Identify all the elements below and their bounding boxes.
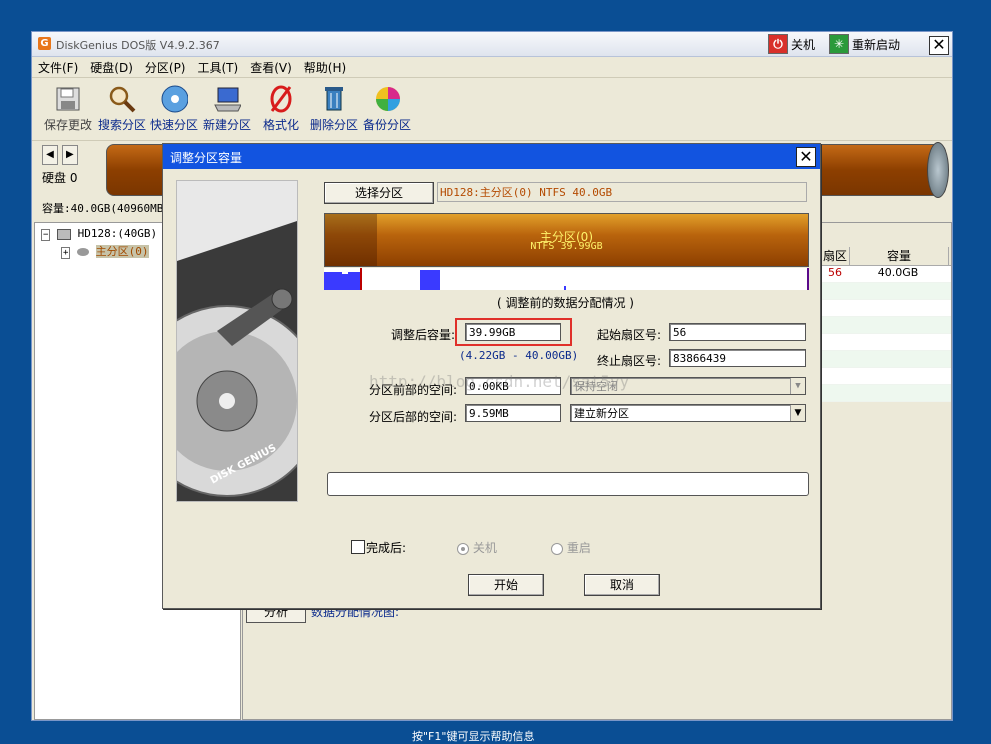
search-partition-button[interactable]: 搜索分区	[94, 84, 150, 133]
grid-cell-sector: 56	[828, 266, 842, 279]
disk-capacity: 容量:40.0GB(40960MB)	[42, 202, 170, 215]
tree-partition-node[interactable]: + 主分区(0)	[61, 243, 149, 259]
grid-cell-capacity: 40.0GB	[877, 266, 919, 279]
disk-icon	[57, 228, 72, 240]
highlight-box	[455, 318, 572, 346]
format-label: 格式化	[262, 118, 299, 132]
chevron-down-icon: ▼	[790, 405, 805, 421]
partition-grid: 扇区 容量 56 40.0GB	[821, 247, 951, 402]
end-sector-label: 终止扇区号:	[596, 354, 661, 368]
menu-partition[interactable]: 分区(P)	[139, 57, 192, 78]
distribution-title: ( 调整前的数据分配情况 )	[497, 296, 634, 310]
disk-label: 硬盘 0	[42, 171, 78, 185]
menu-help[interactable]: 帮助(H)	[298, 57, 352, 78]
partition-bar-size: NTFS 39.99GB	[530, 241, 603, 252]
delete-partition-button[interactable]: 删除分区	[306, 84, 362, 133]
table-row[interactable]: 56 40.0GB	[821, 266, 951, 283]
next-disk-button[interactable]: ▶	[61, 145, 78, 165]
disc-icon	[160, 84, 188, 114]
grid-header-capacity[interactable]: 容量	[850, 247, 949, 265]
dialog-title: 调整分区容量	[170, 151, 243, 165]
tree-disk-node[interactable]: − HD128:(40GB)	[41, 227, 158, 241]
shutdown-radio-label: 关机	[472, 541, 497, 555]
rear-space-label: 分区后部的空间:	[368, 410, 457, 424]
restart-icon: ✳	[829, 34, 849, 54]
format-button[interactable]: 格式化	[253, 84, 309, 133]
backup-icon	[373, 84, 401, 114]
rear-space-select[interactable]: 建立新分区 ▼	[570, 404, 806, 422]
magnifier-icon	[108, 84, 136, 114]
shutdown-button[interactable]: ⏻ 关机	[768, 34, 815, 54]
tree-partition-label: 主分区(0)	[95, 245, 149, 258]
trash-icon	[320, 84, 348, 114]
quick-partition-label: 快速分区	[149, 118, 198, 132]
format-icon	[267, 84, 295, 114]
size-range-hint: (4.22GB - 40.00GB)	[459, 349, 579, 362]
disk-bar-end	[927, 142, 949, 198]
restart-radio-label: 重启	[566, 541, 591, 555]
expand-icon: +	[61, 247, 71, 259]
resize-partition-dialog: 调整分区容量 ✕ DISK GENIUS 选择分区 HD128:主分区(0) N…	[162, 143, 821, 609]
radio-selected-icon	[457, 542, 469, 555]
restart-label: 重新启动	[852, 37, 901, 52]
menu-bar: 文件(F) 硬盘(D) 分区(P) 工具(T) 查看(V) 帮助(H)	[32, 57, 952, 78]
after-complete-label: 完成后:	[366, 541, 407, 555]
save-changes-button[interactable]: 保存更改	[40, 84, 96, 133]
search-partition-label: 搜索分区	[97, 118, 146, 132]
after-complete-checkbox[interactable]	[351, 540, 365, 554]
chevron-down-icon: ▼	[790, 378, 805, 394]
backup-partition-label: 备份分区	[362, 118, 411, 132]
power-icon: ⏻	[768, 34, 788, 54]
select-partition-button[interactable]: 选择分区	[324, 182, 434, 204]
start-sector-label: 起始扇区号:	[596, 328, 661, 342]
restart-button[interactable]: ✳ 重新启动	[829, 34, 900, 54]
quick-partition-button[interactable]: 快速分区	[146, 84, 202, 133]
menu-file[interactable]: 文件(F)	[32, 57, 84, 78]
progress-bar	[327, 472, 809, 496]
dialog-close-button[interactable]: ✕	[796, 147, 816, 167]
rear-space-input[interactable]: 9.59MB	[465, 404, 561, 422]
backup-partition-button[interactable]: 备份分区	[359, 84, 415, 133]
new-partition-button[interactable]: 新建分区	[199, 84, 255, 133]
watermark-text: http://blog.csdn.net/sat5yy	[369, 372, 630, 391]
new-partition-label: 新建分区	[202, 118, 251, 132]
end-sector-input[interactable]: 83866439	[669, 349, 806, 367]
menu-tools[interactable]: 工具(T)	[192, 57, 245, 78]
disk-navigator: ◀ ▶ 硬盘 0	[42, 145, 78, 186]
cancel-button[interactable]: 取消	[584, 574, 660, 596]
dialog-title-bar: 调整分区容量 ✕	[163, 144, 820, 169]
partition-icon	[77, 248, 90, 256]
menu-disk[interactable]: 硬盘(D)	[84, 57, 139, 78]
menu-view[interactable]: 查看(V)	[244, 57, 298, 78]
new-size-label: 调整后容量:	[390, 328, 455, 342]
shutdown-label: 关机	[791, 37, 816, 52]
app-title: DiskGenius DOS版 V4.9.2.367	[56, 39, 220, 52]
status-text: 按"F1"键可显示帮助信息	[412, 730, 535, 743]
start-button[interactable]: 开始	[468, 574, 544, 596]
prev-disk-button[interactable]: ◀	[42, 145, 58, 165]
save-changes-label: 保存更改	[43, 118, 92, 132]
laptop-icon	[213, 84, 241, 114]
tree-disk-label: HD128:(40GB)	[77, 227, 158, 240]
restart-radio[interactable]: 重启	[551, 539, 591, 556]
floppy-disk-icon	[54, 84, 82, 114]
shutdown-radio[interactable]: 关机	[457, 539, 497, 556]
selected-partition-info: HD128:主分区(0) NTFS 40.0GB	[437, 182, 807, 202]
rear-space-action: 建立新分区	[574, 407, 629, 420]
app-logo-icon: G	[38, 37, 51, 50]
grid-header: 扇区 容量	[821, 247, 951, 266]
collapse-icon: −	[41, 229, 51, 241]
hard-disk-icon	[177, 181, 297, 501]
start-sector-input[interactable]: 56	[669, 323, 806, 341]
grid-header-sector[interactable]: 扇区	[821, 247, 850, 265]
title-bar: G DiskGenius DOS版 V4.9.2.367 ⏻ 关机 ✳ 重新启动…	[32, 32, 952, 57]
toolbar: 保存更改 搜索分区 快速分区 新建分区 格式化 删除分区 备份分区	[32, 78, 952, 141]
window-close-button[interactable]: ✕	[929, 36, 949, 55]
data-distribution-bar	[324, 268, 809, 290]
radio-icon	[551, 542, 563, 555]
hard-disk-illustration: DISK GENIUS	[176, 180, 298, 502]
delete-partition-label: 删除分区	[309, 118, 358, 132]
partition-visual-bar: 主分区(0) NTFS 39.99GB	[324, 213, 809, 267]
